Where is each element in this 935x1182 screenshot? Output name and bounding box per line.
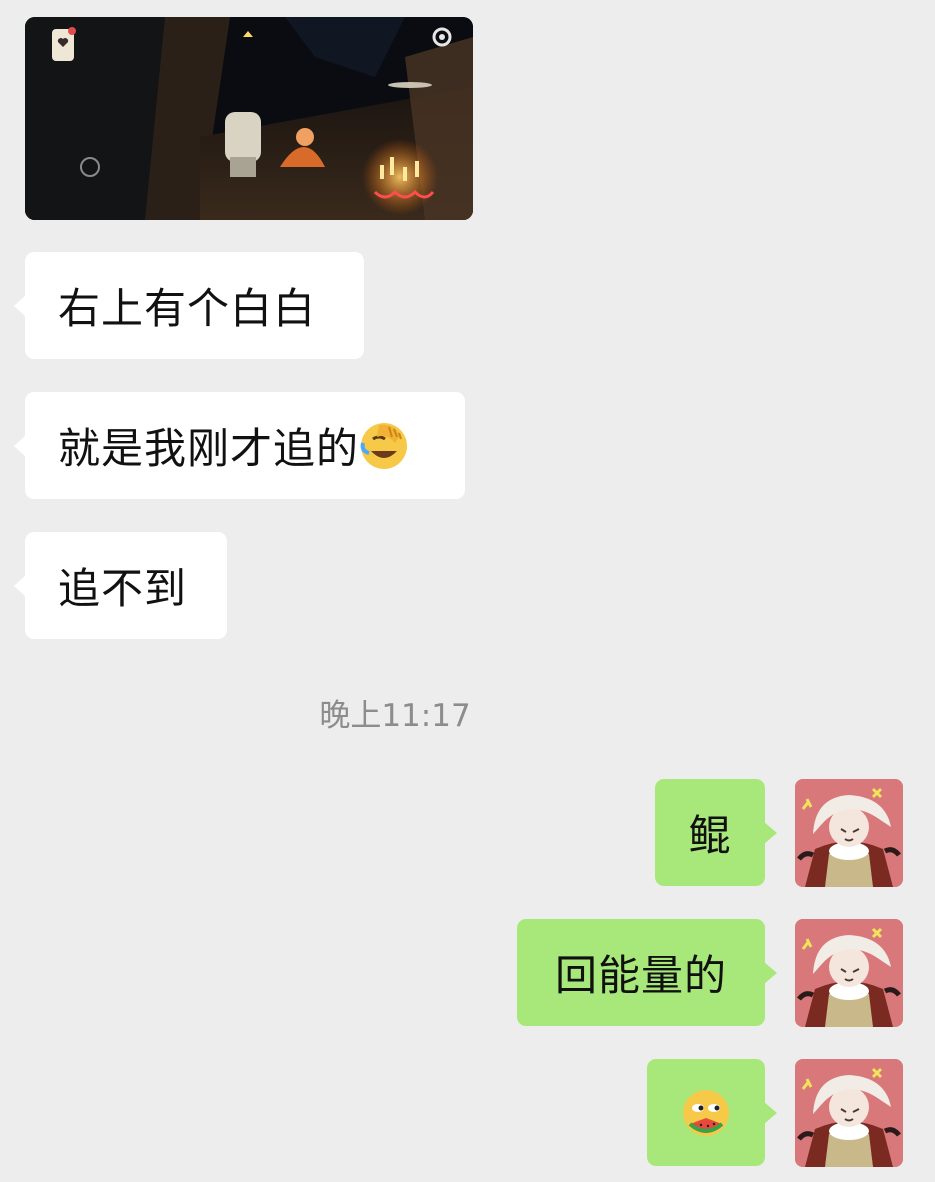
message-timestamp: 晚上11:17 bbox=[319, 698, 471, 734]
facepalm-laugh-emoji-icon bbox=[359, 421, 409, 471]
incoming-image-message[interactable] bbox=[25, 17, 473, 220]
message-text: 右上有个白白 bbox=[58, 284, 317, 333]
chat-window: 右上有个白白 就是我刚才追的 追不到 晚上11:17 鲲 回能量的 bbox=[0, 0, 935, 1182]
message-text: 追不到 bbox=[58, 564, 188, 613]
outgoing-message-3[interactable] bbox=[647, 1059, 777, 1166]
message-text: 就是我刚才追的 bbox=[58, 424, 360, 473]
eating-watermelon-emoji-icon bbox=[681, 1088, 731, 1138]
incoming-message-1[interactable]: 右上有个白白 bbox=[14, 252, 364, 359]
incoming-message-2[interactable]: 就是我刚才追的 bbox=[14, 392, 465, 499]
user-avatar[interactable] bbox=[795, 779, 903, 887]
user-avatar[interactable] bbox=[795, 1059, 903, 1167]
message-text: 鲲 bbox=[688, 811, 732, 860]
outgoing-message-2[interactable]: 回能量的 bbox=[517, 919, 777, 1026]
message-text: 回能量的 bbox=[554, 951, 727, 1000]
outgoing-message-1[interactable]: 鲲 bbox=[655, 779, 777, 886]
game-screenshot-image bbox=[25, 17, 473, 220]
incoming-message-3[interactable]: 追不到 bbox=[14, 532, 227, 639]
user-avatar[interactable] bbox=[795, 919, 903, 1027]
